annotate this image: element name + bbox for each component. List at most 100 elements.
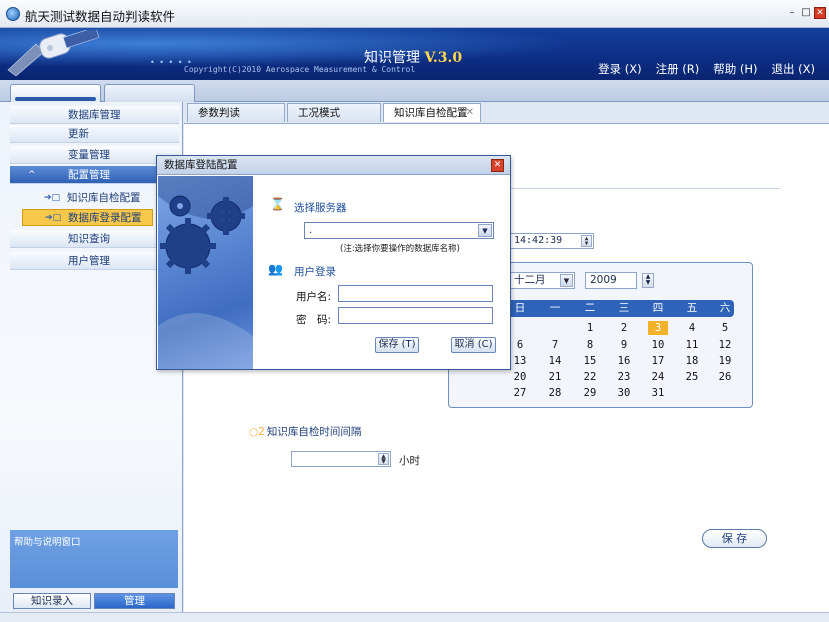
tab-condition-mode[interactable]: 工况模式 [287, 103, 381, 122]
calendar-day[interactable]: 13 [510, 354, 530, 368]
register-link[interactable]: 注册 (R) [656, 61, 700, 77]
calendar-day[interactable]: 27 [510, 386, 530, 400]
calendar-day[interactable]: 24 [648, 370, 668, 384]
sidebar-subitem-dblogin-label: 数据库登录配置 [68, 212, 142, 224]
calendar-day[interactable]: 12 [715, 338, 735, 352]
product-title: 知识管理 V.3.0 [364, 47, 462, 67]
calendar-day[interactable]: 4 [682, 321, 702, 335]
divider [510, 188, 780, 189]
username-field[interactable] [338, 285, 493, 302]
top-nav: 登录 (X) 注册 (R) 帮助 (H) 退出 (X) [598, 61, 815, 77]
server-select[interactable]: . ▼ [304, 222, 494, 239]
calendar-day[interactable]: 5 [715, 321, 735, 335]
calendar-day[interactable]: 9 [614, 338, 634, 352]
calendar-day[interactable]: 23 [614, 370, 634, 384]
time-value: 14:42:39 [514, 235, 563, 246]
close-window-button[interactable]: ✕ [814, 7, 826, 19]
tab-selfcheck-config-label: 知识库自检配置 [394, 107, 468, 119]
weekday-label: 三 [618, 302, 630, 314]
sidebar-item-config[interactable]: ^ 配置管理 [10, 166, 179, 184]
tab-strip [0, 80, 829, 102]
time-field[interactable]: 14:42:39 ▲ ▼ [509, 233, 594, 249]
password-label: 密 码: [296, 314, 332, 326]
sidebar-tab-primary[interactable] [10, 84, 101, 102]
calendar-day[interactable]: 18 [682, 354, 702, 368]
calendar-day[interactable]: 16 [614, 354, 634, 368]
sidebar-item-variables[interactable]: 变量管理 [10, 146, 179, 164]
calendar-day[interactable]: 26 [715, 370, 735, 384]
calendar-day[interactable]: 29 [580, 386, 600, 400]
sidebar-item-users[interactable]: 用户管理 [10, 252, 179, 270]
users-icon: 👥 [268, 262, 283, 276]
exit-link[interactable]: 退出 (X) [771, 61, 815, 77]
dialog-close-button[interactable]: ✕ [491, 159, 504, 172]
minimize-button[interactable]: – [786, 7, 798, 19]
product-name: 知识管理 [364, 50, 420, 66]
calendar-day[interactable]: 1 [580, 321, 600, 335]
tab-parameter-judgement[interactable]: 参数判读 [187, 103, 285, 122]
calendar-day[interactable]: 17 [648, 354, 668, 368]
interval-field[interactable]: ▲ ▼ [291, 451, 391, 467]
calendar-day[interactable]: 10 [648, 338, 668, 352]
manage-button[interactable]: 管理 [94, 593, 175, 609]
sidebar-item-update[interactable]: 更新 [10, 125, 179, 143]
calendar-day[interactable]: 31 [648, 386, 668, 400]
time-spinner[interactable]: ▲ ▼ [581, 235, 592, 247]
help-panel: 帮助与说明窗口 [10, 530, 178, 588]
gear-icon [158, 176, 253, 369]
chevron-down-icon[interactable]: ▼ [478, 224, 492, 237]
window-title: 航天测试数据自动判读软件 [25, 9, 176, 24]
interval-label-text: 知识库自检时间间隔 [266, 426, 362, 438]
calendar-day[interactable]: 11 [682, 338, 702, 352]
sidebar-subitem-selfcheck[interactable]: ➔□ 知识库自检配置 [22, 190, 153, 207]
copyright-text: Copyright(C)2010 Aerospace Measurement &… [184, 65, 416, 74]
knowledge-entry-button[interactable]: 知识录入 [13, 593, 91, 609]
dialog-body: ⌛ 选择服务器 . ▼ (注:选择你要操作的数据库名称) 👥 用户登录 用户名:… [254, 176, 510, 369]
calendar-day[interactable]: 20 [510, 370, 530, 384]
calendar-day[interactable]: 7 [545, 338, 565, 352]
bullet-icon: ○2 [249, 426, 265, 438]
calendar-day[interactable]: 21 [545, 370, 565, 384]
calendar-day[interactable]: 3 [648, 321, 668, 335]
password-field[interactable] [338, 307, 493, 324]
sidebar-subitem-dblogin[interactable]: ➔□ 数据库登录配置 [22, 209, 153, 226]
sidebar-tab-secondary[interactable] [104, 84, 195, 102]
sidebar-item-config-label: 配置管理 [68, 169, 110, 181]
user-login-label: 用户登录 [294, 266, 336, 278]
calendar-day[interactable]: 6 [510, 338, 530, 352]
sidebar-item-knowledge-query[interactable]: 知识查询 [10, 230, 179, 248]
calendar-day[interactable]: 8 [580, 338, 600, 352]
sidebar-subitem-selfcheck-label: 知识库自检配置 [67, 192, 141, 204]
chevron-down-icon[interactable]: ▼ [560, 274, 573, 287]
month-select[interactable]: 十二月 ▼ [509, 272, 575, 289]
calendar-day[interactable]: 30 [614, 386, 634, 400]
year-spinner[interactable]: ▲ ▼ [642, 273, 654, 288]
login-link[interactable]: 登录 (X) [598, 61, 642, 77]
weekday-label: 四 [652, 302, 664, 314]
interval-label: ○2 知识库自检时间间隔 [249, 424, 361, 439]
close-tab-icon[interactable]: ✕ [466, 104, 474, 122]
weekday-label: 一 [549, 302, 561, 314]
calendar-day[interactable]: 2 [614, 321, 634, 335]
window-titlebar: 航天测试数据自动判读软件 – □ ✕ [0, 0, 829, 28]
calendar-day[interactable]: 28 [545, 386, 565, 400]
weekday-label: 二 [584, 302, 596, 314]
calendar-day[interactable]: 22 [580, 370, 600, 384]
dialog-save-button[interactable]: 保存 (T) [375, 337, 419, 353]
window-controls: – □ ✕ [786, 7, 826, 19]
save-button[interactable]: 保 存 [702, 529, 767, 548]
dialog-cancel-button[interactable]: 取消 (C) [451, 337, 496, 353]
username-label: 用户名: [296, 291, 332, 303]
calendar-day[interactable]: 25 [682, 370, 702, 384]
help-link[interactable]: 帮助 (H) [713, 61, 757, 77]
calendar-day[interactable]: 19 [715, 354, 735, 368]
year-field[interactable]: 2009 [585, 272, 637, 289]
interval-spinner[interactable]: ▲ ▼ [378, 453, 389, 465]
maximize-button[interactable]: □ [800, 7, 812, 19]
sidebar-item-database[interactable]: 数据库管理 [10, 106, 179, 124]
hourglass-icon: ⌛ [270, 197, 285, 211]
status-bar [0, 612, 829, 622]
tab-selfcheck-config[interactable]: 知识库自检配置 ✕ [383, 103, 481, 122]
calendar-day[interactable]: 14 [545, 354, 565, 368]
calendar-day[interactable]: 15 [580, 354, 600, 368]
